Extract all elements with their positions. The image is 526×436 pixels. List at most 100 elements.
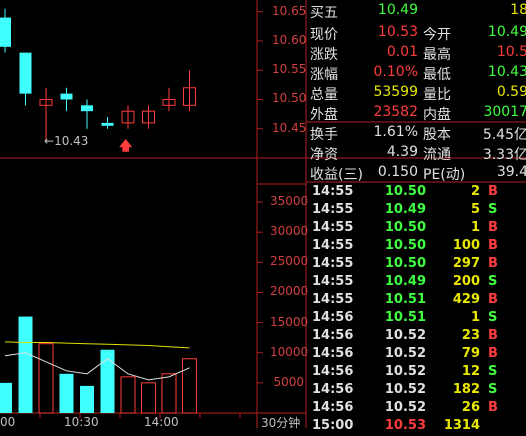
tick-volume: 100: [452, 238, 480, 253]
low-price-marker: ←10.43: [44, 134, 89, 148]
time-axis-label: 00: [0, 415, 16, 429]
tick-price: 10.49: [384, 274, 426, 289]
quote-value: 10.49: [377, 2, 418, 18]
tick-time: 14:55: [312, 274, 354, 289]
tick-price: 10.52: [384, 328, 426, 343]
quote-label: 买五: [310, 5, 338, 21]
tick-time: 14:55: [312, 184, 354, 199]
tick-side: B: [488, 256, 498, 271]
tick-price: 10.50: [384, 184, 426, 199]
tick-side: B: [488, 292, 498, 307]
tick-side: S: [488, 274, 498, 289]
volume-bar: [0, 382, 12, 413]
tick-price: 10.52: [384, 400, 426, 415]
quote-value: 39.4: [496, 164, 526, 180]
quote-value: 3.33亿: [482, 147, 526, 163]
up-arrow-icon: 🡅: [119, 139, 133, 154]
quote-value: 10.5: [496, 44, 526, 60]
volume-bar: [80, 385, 94, 413]
quote-value: 18: [510, 2, 526, 18]
time-axis-label: 10:30: [64, 415, 99, 429]
tick-time: 15:00: [312, 418, 354, 433]
tick-side: B: [488, 328, 498, 343]
quote-label: 最低: [423, 67, 451, 83]
quote-value: 23582: [373, 104, 418, 120]
candle-body: [81, 105, 93, 112]
quote-value: 0.150: [377, 164, 418, 180]
time-axis-label: 14:00: [144, 415, 179, 429]
candle-body: [19, 52, 32, 94]
quote-value: 53599: [373, 84, 418, 100]
volume-axis-label: 30000: [270, 224, 309, 239]
tick-volume: 1: [470, 310, 480, 325]
volume-bar: [161, 373, 177, 414]
tick-volume: 182: [452, 382, 480, 397]
tick-price: 10.51: [384, 310, 426, 325]
tick-volume: 2: [470, 184, 480, 199]
quote-label: 现价: [310, 27, 338, 43]
candle-body: [60, 93, 73, 100]
tick-volume: 1: [470, 220, 480, 235]
tick-time: 14:55: [312, 220, 354, 235]
tick-price: 10.50: [384, 256, 426, 271]
volume-bar: [59, 373, 74, 413]
price-axis-label: 10.45: [272, 120, 307, 135]
tick-time: 14:55: [312, 256, 354, 271]
quote-label: 流通: [423, 147, 451, 163]
volume-axis-label: 15000: [270, 314, 309, 329]
tick-price: 10.53: [384, 418, 426, 433]
quote-label: 换手: [310, 127, 338, 143]
tick-price: 10.52: [384, 364, 426, 379]
period-button[interactable]: 30分钟: [261, 414, 300, 431]
tick-side: B: [488, 238, 498, 253]
tick-side: B: [488, 400, 498, 415]
tick-volume: 12: [461, 364, 480, 379]
tick-price: 10.50: [384, 220, 426, 235]
tick-time: 14:56: [312, 328, 354, 343]
volume-bar: [18, 316, 33, 413]
volume-axis-label: 10000: [270, 344, 309, 359]
tick-price: 10.51: [384, 292, 426, 307]
tick-volume: 429: [452, 292, 480, 307]
tick-volume: 5: [470, 202, 480, 217]
quote-value: 1.61%: [373, 124, 418, 140]
tick-time: 14:56: [312, 364, 354, 379]
candle-body: [0, 17, 11, 47]
quote-value: 10.49: [487, 24, 526, 40]
tick-volume: 1314: [443, 418, 480, 433]
quote-label: 最高: [423, 47, 451, 63]
volume-axis-label: 20000: [270, 284, 309, 299]
volume-axis-label: 35000: [270, 194, 309, 209]
tick-side: S: [488, 382, 498, 397]
tick-volume: 23: [461, 328, 480, 343]
price-axis-label: 10.50: [272, 91, 307, 106]
candle-body: [101, 122, 114, 126]
tick-price: 10.52: [384, 346, 426, 361]
tick-time: 14:55: [312, 292, 354, 307]
price-axis-label: 10.60: [272, 32, 307, 47]
quote-label: 量比: [423, 87, 451, 103]
volume-axis-label: 5000: [273, 374, 304, 389]
tick-price: 10.52: [384, 382, 426, 397]
quote-value: 5.45亿: [482, 127, 526, 143]
quote-value: 10.43: [487, 64, 526, 80]
tick-time: 14:56: [312, 310, 354, 325]
tick-volume: 79: [461, 346, 480, 361]
tick-side: B: [488, 184, 498, 199]
tick-side: B: [488, 346, 498, 361]
price-axis-label: 10.65: [272, 3, 307, 18]
quote-label: 总量: [310, 87, 338, 103]
quote-value: 0.59: [496, 84, 526, 100]
quote-value: 4.39: [386, 144, 418, 160]
price-axis-label: 10.55: [272, 62, 307, 77]
volume-ma-line: [4, 341, 190, 349]
volume-bar: [120, 376, 136, 414]
tick-time: 14:55: [312, 202, 354, 217]
tick-volume: 297: [452, 256, 480, 271]
quote-label: 收益(三): [310, 167, 363, 183]
volume-axis-label: 25000: [270, 254, 309, 269]
tick-price: 10.50: [384, 238, 426, 253]
volume-bar: [38, 343, 54, 414]
tick-side: S: [488, 202, 498, 217]
quote-value: 0.10%: [373, 64, 418, 80]
